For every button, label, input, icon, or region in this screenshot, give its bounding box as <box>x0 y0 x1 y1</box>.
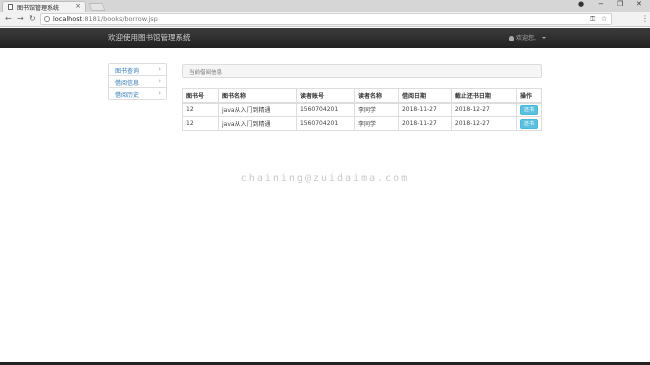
return-book-button[interactable]: 还书 <box>519 104 538 115</box>
menu-icon[interactable]: ⋮ <box>641 14 649 23</box>
key-icon[interactable]: ⚿ <box>590 15 595 24</box>
caret-down-icon <box>541 37 546 39</box>
cell-reader-account: 1560704201 <box>295 102 355 117</box>
cell-borrow-date: 2018-11-27 <box>397 116 452 131</box>
cell-book-id: 12 <box>182 116 219 131</box>
column-header: 图书名称 <box>217 88 297 104</box>
url-input[interactable]: localhost:8181/books/borrow.jsp ⚿ ☆ <box>40 13 612 25</box>
tab-title: 图书馆管理系统 <box>17 5 60 12</box>
column-header: 读者账号 <box>295 88 355 104</box>
sidebar-item-borrow-history[interactable]: 借阅历史 › <box>108 87 167 100</box>
star-icon[interactable]: ☆ <box>601 15 607 23</box>
watermark: chaining@zuidaima.com <box>240 173 410 184</box>
app-navbar: 欢迎使用图书馆管理系统 欢迎您, <box>0 28 650 48</box>
column-header: 借阅日期 <box>397 88 452 104</box>
user-icon <box>509 36 514 41</box>
table-row: 12 java从入门到精通 1560704201 李同学 2018-11-27 … <box>182 116 543 131</box>
browser-tab[interactable]: 图书馆管理系统 × <box>2 1 86 12</box>
cell-reader-name: 李同学 <box>353 116 399 131</box>
restore-icon[interactable]: ❐ <box>617 0 623 8</box>
cell-book-id: 12 <box>182 102 219 117</box>
cell-reader-name: 李同学 <box>353 102 399 117</box>
back-icon[interactable]: ← <box>5 14 12 23</box>
close-window-icon[interactable]: ✕ <box>636 0 642 8</box>
panel-heading: 当前借阅信息 <box>182 64 542 78</box>
column-header: 截止还书日期 <box>450 88 517 104</box>
table-header-row: 图书号 图书名称 读者账号 读者名称 借阅日期 截止还书日期 操作 <box>182 88 543 104</box>
user-menu[interactable]: 欢迎您, <box>509 33 546 42</box>
table-row: 12 java从入门到精通 1560704201 李同学 2018-11-27 … <box>182 102 543 117</box>
cell-reader-account: 1560704201 <box>295 116 355 131</box>
cell-book-name: java从入门到精通 <box>217 102 297 117</box>
column-header: 图书号 <box>182 88 219 104</box>
chevron-right-icon: › <box>158 77 161 85</box>
column-header: 操作 <box>515 88 543 104</box>
browser-tab-bar: 图书馆管理系统 × ● − ❐ ✕ <box>0 0 650 12</box>
cell-borrow-date: 2018-11-27 <box>397 102 452 117</box>
page-favicon-icon <box>8 4 13 10</box>
chevron-right-icon: › <box>158 89 161 97</box>
cell-book-name: java从入门到精通 <box>217 116 297 131</box>
cell-action: 还书 <box>515 116 543 131</box>
url-text: localhost:8181/books/borrow.jsp <box>53 15 158 23</box>
tab-close-icon[interactable]: × <box>75 2 81 10</box>
chevron-right-icon: › <box>158 65 161 73</box>
forward-icon[interactable]: → <box>17 14 24 23</box>
app-brand[interactable]: 欢迎使用图书馆管理系统 <box>108 32 191 43</box>
info-icon[interactable] <box>44 16 50 22</box>
sidebar: 图书查询 › 借阅信息 › 借阅历史 › <box>108 63 167 100</box>
column-header: 读者名称 <box>353 88 399 104</box>
minimize-icon[interactable]: − <box>598 0 604 8</box>
return-book-button[interactable]: 还书 <box>519 118 538 129</box>
borrow-table: 图书号 图书名称 读者账号 读者名称 借阅日期 截止还书日期 操作 12 jav… <box>182 88 543 131</box>
cell-action: 还书 <box>515 102 543 117</box>
address-bar-row: ← → ↻ localhost:8181/books/borrow.jsp ⚿ … <box>0 12 650 27</box>
new-tab-button[interactable] <box>88 3 106 11</box>
cell-due-date: 2018-12-27 <box>450 102 517 117</box>
panel-title: 当前借阅信息 <box>189 70 223 76</box>
reload-icon[interactable]: ↻ <box>29 14 36 23</box>
cell-due-date: 2018-12-27 <box>450 116 517 131</box>
profile-icon[interactable]: ● <box>578 0 584 8</box>
